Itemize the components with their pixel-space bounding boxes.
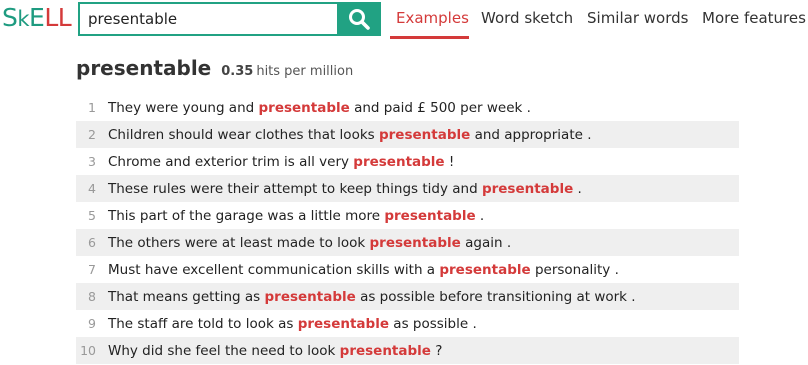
tab-similar-words[interactable]: Similar words: [587, 9, 688, 27]
example-sentence: This part of the garage was a little mor…: [108, 208, 484, 224]
search-icon: [349, 9, 370, 30]
sentence-before: This part of the garage was a little mor…: [108, 207, 385, 224]
examples-list: 1 They were young and presentable and pa…: [76, 94, 739, 364]
keyword: presentable: [297, 315, 389, 332]
keyword: presentable: [369, 234, 461, 251]
sentence-before: The staff are told to look as: [108, 315, 298, 332]
row-number: 5: [88, 208, 96, 223]
keyword: presentable: [481, 180, 574, 197]
example-sentence: Children should wear clothes that looks …: [108, 127, 592, 143]
page-title: presentable: [76, 56, 212, 80]
row-number: 4: [88, 181, 96, 196]
result-header: presentable 0.35 hits per million: [76, 56, 353, 80]
list-item: 6 The others were at least made to look …: [76, 229, 739, 256]
keyword: presentable: [258, 99, 350, 116]
keyword: presentable: [439, 261, 531, 278]
keyword: presentable: [339, 342, 431, 359]
logo-letter-s: S: [2, 3, 18, 32]
example-sentence: They were young and presentable and paid…: [108, 100, 531, 116]
row-number: 8: [88, 289, 96, 304]
tab-word-sketch[interactable]: Word sketch: [481, 9, 573, 27]
example-sentence: Why did she feel the need to look presen…: [108, 343, 442, 359]
search-button[interactable]: [337, 2, 381, 36]
list-item: 5 This part of the garage was a little m…: [76, 202, 739, 229]
example-sentence: Must have excellent communication skills…: [108, 262, 619, 278]
example-sentence: These rules were their attempt to keep t…: [108, 181, 582, 197]
sentence-before: Why did she feel the need to look: [108, 342, 340, 359]
row-number: 2: [88, 127, 96, 142]
skell-logo[interactable]: SkELL: [2, 3, 72, 33]
row-number: 7: [88, 262, 96, 277]
example-sentence: The others were at least made to look pr…: [108, 235, 511, 251]
sentence-before: That means getting as: [108, 288, 265, 305]
sentence-before: Must have excellent communication skills…: [108, 261, 440, 278]
sentence-after: and appropriate .: [470, 126, 592, 143]
row-number: 6: [88, 235, 96, 250]
sentence-before: The others were at least made to look: [108, 234, 370, 251]
keyword: presentable: [353, 153, 445, 170]
frequency-value: 0.35: [221, 64, 254, 79]
list-item: 1 They were young and presentable and pa…: [76, 94, 739, 121]
sentence-before: These rules were their attempt to keep t…: [108, 180, 482, 197]
list-item: 10 Why did she feel the need to look pre…: [76, 337, 739, 364]
row-number: 1: [88, 100, 96, 115]
list-item: 3 Chrome and exterior trim is all very p…: [76, 148, 739, 175]
sentence-after: and paid £ 500 per week .: [349, 99, 531, 116]
frequency-unit: hits per million: [256, 64, 354, 79]
sentence-after: !: [444, 153, 455, 170]
row-number: 3: [88, 154, 96, 169]
list-item: 2 Children should wear clothes that look…: [76, 121, 739, 148]
keyword: presentable: [378, 126, 471, 143]
sentence-before: They were young and: [108, 99, 259, 116]
sentence-after: .: [475, 207, 485, 224]
tab-examples[interactable]: Examples: [396, 9, 469, 27]
sentence-after: as possible .: [389, 315, 477, 332]
search-input[interactable]: [88, 6, 328, 32]
row-number: 10: [80, 343, 96, 358]
sentence-before: Chrome and exterior trim is all very: [108, 153, 354, 170]
list-item: 9 The staff are told to look as presenta…: [76, 310, 739, 337]
list-item: 7 Must have excellent communication skil…: [76, 256, 739, 283]
sentence-after: .: [573, 180, 582, 197]
row-number: 9: [88, 316, 96, 331]
list-item: 8 That means getting as presentable as p…: [76, 283, 739, 310]
sentence-after: as possible before transitioning at work…: [355, 288, 636, 305]
sentence-after: personality .: [530, 261, 619, 278]
example-sentence: Chrome and exterior trim is all very pre…: [108, 154, 454, 170]
sentence-after: again .: [460, 234, 512, 251]
logo-letter-e: E: [29, 3, 45, 32]
top-bar: SkELL Examples Word sketch Similar words…: [0, 0, 808, 39]
list-item: 4 These rules were their attempt to keep…: [76, 175, 739, 202]
search-box: [78, 2, 337, 36]
sentence-before: Children should wear clothes that looks: [108, 126, 379, 143]
sentence-after: ?: [430, 342, 443, 359]
keyword: presentable: [264, 288, 356, 305]
logo-letter-k: k: [17, 7, 30, 31]
example-sentence: That means getting as presentable as pos…: [108, 289, 636, 305]
tab-more-features[interactable]: More features: [702, 9, 806, 27]
example-sentence: The staff are told to look as presentabl…: [108, 316, 477, 332]
keyword: presentable: [384, 207, 476, 224]
active-tab-underline: [390, 36, 469, 39]
logo-letters-ll: LL: [44, 3, 72, 32]
